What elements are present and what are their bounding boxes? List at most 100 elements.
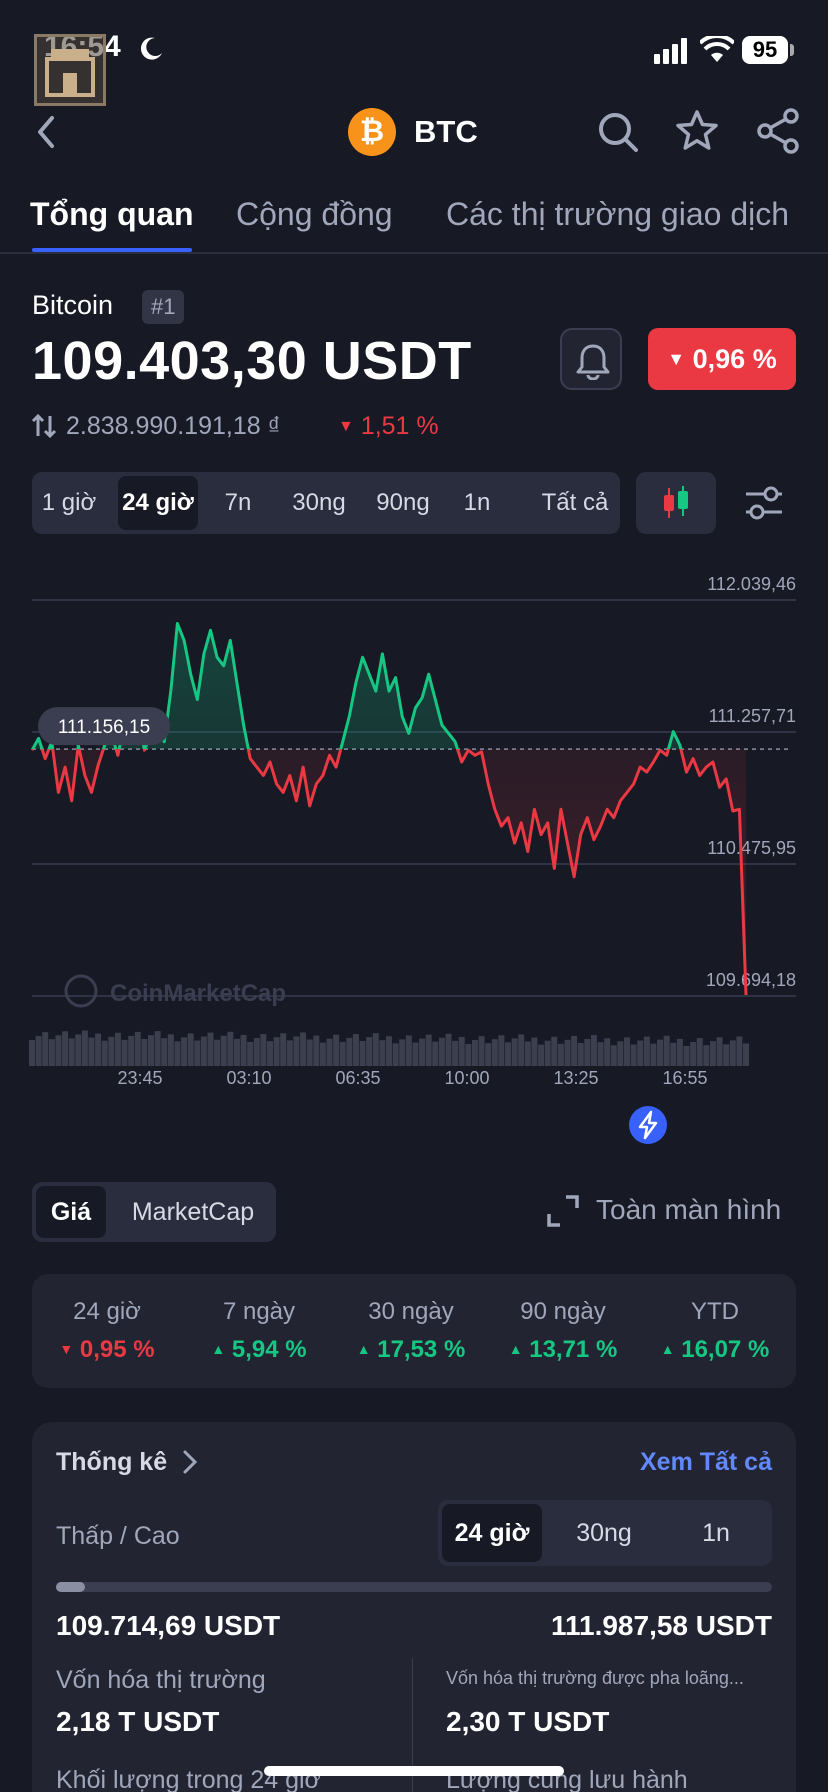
price-alert-button[interactable] [560,328,622,390]
up-triangle-icon: ▲ [508,1341,523,1357]
candlestick-toggle-button[interactable] [636,472,716,534]
volume-bar [538,1044,545,1066]
y-tick-label: 112.039,46 [707,574,796,594]
x-tick-label: 10:00 [444,1068,489,1088]
period-1y[interactable]: 1n [666,1504,766,1562]
range-7d[interactable]: 7n [208,476,268,530]
x-tick-label: 16:55 [662,1068,707,1088]
range-1y[interactable]: 1n [452,476,502,530]
price-line-above [30,622,683,750]
volume-bar [88,1037,95,1066]
down-triangle-icon: ▼ [667,349,686,369]
range-24h[interactable]: 24 giờ [118,476,198,530]
rank-badge: #1 [142,290,185,324]
range-90d[interactable]: 90ng [364,476,442,530]
up-triangle-icon: ▲ [660,1341,675,1357]
fullscreen-button[interactable]: Toàn màn hình [596,1194,781,1226]
chart-settings-icon[interactable] [744,484,784,522]
ai-flash-icon[interactable] [627,1104,669,1146]
down-triangle-icon: ▼ [59,1341,74,1357]
star-icon[interactable] [674,108,720,154]
volume-bar [220,1035,227,1066]
volume-bar [690,1042,697,1066]
volume-bar [551,1036,558,1066]
volume-bar [471,1040,478,1066]
range-1h[interactable]: 1 giờ [36,476,102,530]
nav-bar: ₿ BTC [0,96,828,168]
range-all[interactable]: Tất cả [532,476,618,530]
volume-bar [531,1037,538,1066]
chart-type-toggle: Giá MarketCap [32,1182,276,1242]
volume-bar [723,1044,730,1066]
cellular-signal-icon [654,38,687,64]
market-cap-label: Vốn hóa thị trường [56,1666,266,1694]
volume-bar [227,1031,234,1066]
fullscreen-icon[interactable] [546,1194,580,1228]
status-bar: 16:54 95 [0,0,828,106]
search-icon[interactable] [596,110,640,154]
volume-bar [352,1033,359,1066]
period-24h[interactable]: 24 giờ [442,1504,542,1562]
volume-bar [42,1032,49,1066]
area-below-reference [32,749,746,995]
perf-label: 7 ngày [222,1298,296,1325]
area-above-reference [32,623,681,750]
volume-bar [544,1040,551,1066]
high-value: 111.987,58 USDT [550,1610,772,1641]
tab-overview[interactable]: Tổng quan [30,196,194,233]
back-arrow-icon[interactable] [30,112,64,152]
perf-ytd: YTD ▲ 16,07 % [640,1274,790,1388]
volume-bar [630,1044,637,1066]
perf-label: YTD [691,1298,739,1325]
period-30d[interactable]: 30ng [554,1504,654,1562]
perf-value-text: 17,53 % [377,1336,466,1363]
toggle-marketcap[interactable]: MarketCap [116,1186,270,1238]
volume-bar [181,1037,188,1066]
home-indicator [264,1766,564,1776]
see-all-link[interactable]: Xem Tất cả [640,1448,772,1477]
volume-bar [200,1036,207,1066]
volume-bar [438,1037,445,1066]
volume-bar [445,1033,452,1066]
perf-value: ▲ 13,71 % [488,1336,638,1364]
volume-bar [333,1034,340,1066]
share-icon[interactable] [756,108,800,154]
chevron-right-icon[interactable] [180,1448,200,1476]
tab-community[interactable]: Cộng đồng [236,196,393,233]
volume-bar [696,1038,703,1066]
reference-label: 111.156,15 [58,717,150,738]
volume-bar [392,1043,399,1066]
volume-bar [419,1038,426,1066]
volume-bar [610,1045,617,1066]
x-tick-label: 23:45 [117,1068,162,1088]
volume-bar [121,1039,128,1066]
perf-label: 30 ngày [368,1298,454,1325]
perf-value: ▲ 17,53 % [336,1336,486,1364]
volume-bar [458,1036,465,1066]
volume-bar [128,1035,135,1066]
swap-arrows-icon[interactable] [30,412,58,440]
stats-title[interactable]: Thống kê [56,1448,167,1477]
volume-bar [743,1043,749,1066]
price-chart[interactable]: 112.039,46 111.257,71 110.475,95 109.694,18… [0,560,828,1100]
volume-bar [491,1039,498,1066]
volume-bar [81,1030,88,1066]
x-tick-label: 13:25 [553,1068,598,1088]
y-tick-label: 110.475,95 [707,838,796,858]
tab-markets[interactable]: Các thị trường giao dịch [446,196,789,233]
volume-bar [498,1035,505,1066]
fiat-price: 2.838.990.191,18 ₫ [66,412,281,440]
volume-bar [432,1041,439,1066]
toggle-price[interactable]: Giá [36,1186,106,1238]
low-high-range-bar [56,1582,772,1592]
perf-30d: 30 ngày ▲ 17,53 % [336,1274,486,1388]
perf-value: ▲ 5,94 % [184,1336,334,1364]
battery-tip [790,44,794,56]
range-30d[interactable]: 30ng [282,476,356,530]
volume-bar [412,1042,419,1066]
volume-bar [207,1032,214,1066]
price-line-below [30,749,748,996]
coinmarketcap-logo-icon [64,974,98,1008]
volume-bar [339,1041,346,1066]
volume-bar [657,1039,664,1066]
